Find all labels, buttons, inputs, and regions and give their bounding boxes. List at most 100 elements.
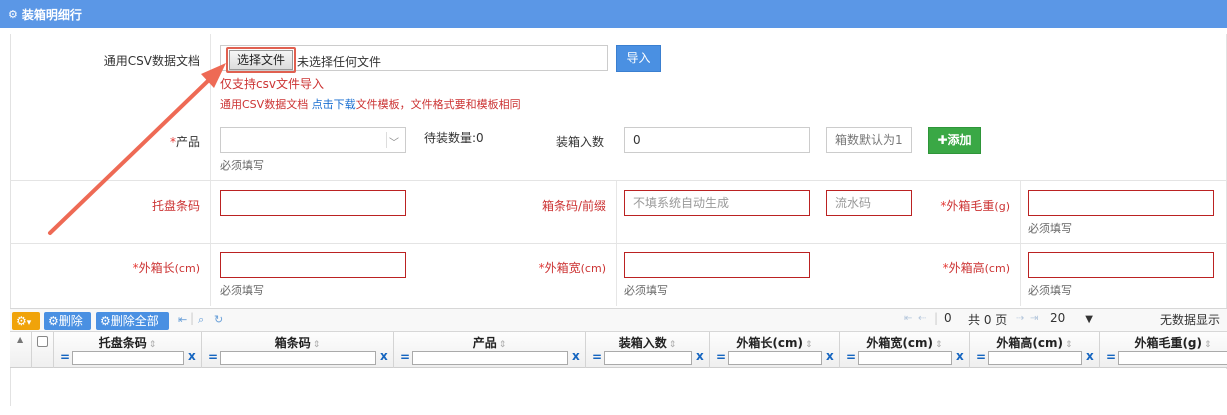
width-text: 外箱宽 <box>544 261 581 275</box>
sort-icon: ⇕ <box>1065 340 1073 350</box>
column-filter-input[interactable] <box>412 351 568 365</box>
column-filter-input[interactable] <box>604 351 692 365</box>
equals-icon: = <box>208 350 219 364</box>
pallet-barcode-input[interactable] <box>220 190 406 216</box>
delete-all-button[interactable]: ⚙删除全部 <box>96 312 169 330</box>
column-gross-weight[interactable]: 外箱毛重(g)⇕=x <box>1100 332 1227 368</box>
pin-icon[interactable]: ⇤ <box>178 313 187 326</box>
settings-dropdown[interactable]: ⚙▾ <box>12 312 40 330</box>
first-page-icon[interactable]: ⇤ <box>904 313 912 324</box>
column-filter-input[interactable] <box>220 351 376 365</box>
column-filter-input[interactable] <box>72 351 184 365</box>
sort-icon: ⇕ <box>668 340 677 350</box>
clear-filter-icon[interactable]: x <box>572 349 580 363</box>
gears-icon: ⚙ <box>100 314 111 328</box>
clear-filter-icon[interactable]: x <box>696 349 704 363</box>
row-separator <box>10 243 1227 244</box>
import-button[interactable]: 导入 <box>616 45 661 72</box>
last-page-icon[interactable]: ⇥ <box>1030 313 1038 324</box>
column-title[interactable]: 外箱宽(cm) ⇕ <box>840 334 969 351</box>
column-title-text: 产品 <box>472 336 497 350</box>
column-box-length[interactable]: 外箱长(cm) ⇕ = x <box>710 332 840 368</box>
column-filter-input[interactable] <box>858 351 952 365</box>
template-note: 通用CSV数据文档 点击下载文件模板，文件格式要和模板相同 <box>220 96 521 112</box>
gross-weight-input[interactable] <box>1028 190 1214 216</box>
column-title[interactable]: 外箱高(cm) ⇕ <box>970 334 1099 351</box>
pallet-label: 托盘条码 <box>151 199 200 213</box>
clear-filter-icon[interactable]: x <box>1086 349 1094 363</box>
column-product[interactable]: 产品 ⇕ = x <box>394 332 586 368</box>
height-label: *外箱高(cm) <box>942 261 1010 275</box>
chevron-down-icon: ▾ <box>26 318 32 328</box>
chevron-down-icon: ﹀ <box>389 138 399 149</box>
width-input[interactable] <box>624 252 810 278</box>
add-button[interactable]: ✚添加 <box>928 127 981 154</box>
sort-icon: ⇕ <box>1204 340 1212 350</box>
search-icon[interactable]: ⌕ <box>198 313 204 327</box>
column-box-height[interactable]: 外箱高(cm) ⇕ = x <box>970 332 1100 368</box>
page-size-select[interactable]: 20 ▼ <box>1050 311 1093 325</box>
divider <box>210 34 211 118</box>
delete-button[interactable]: ⚙删除 <box>44 312 91 330</box>
clear-filter-icon[interactable]: x <box>826 349 834 363</box>
delete-label: 删除 <box>58 314 83 328</box>
length-input[interactable] <box>220 252 406 278</box>
column-title[interactable]: 装箱入数 ⇕ <box>586 334 709 351</box>
column-filter-input[interactable] <box>1118 351 1227 365</box>
gross-weight-text: 外箱毛重 <box>946 199 995 213</box>
column-title[interactable]: 外箱长(cm) ⇕ <box>710 334 839 351</box>
length-label: *外箱长(cm) <box>132 261 200 275</box>
column-title[interactable]: 箱条码 ⇕ <box>202 334 393 351</box>
column-box-barcode[interactable]: 箱条码 ⇕ = x <box>202 332 394 368</box>
column-filter-input[interactable] <box>728 351 822 365</box>
gears-icon: ⚙ <box>48 314 59 328</box>
grid-toolbar: ⚙▾ ⚙删除 ⚙删除全部 ⇤ | ⌕ ↻ <box>10 308 1227 332</box>
box-count-input[interactable]: 箱数默认为1 <box>826 127 912 153</box>
product-select[interactable]: ﹀ <box>220 127 406 153</box>
clear-filter-icon[interactable]: x <box>380 349 388 363</box>
column-filter-input[interactable] <box>988 351 1082 365</box>
column-box-qty[interactable]: 装箱入数 ⇕ = x <box>586 332 710 368</box>
height-input[interactable] <box>1028 252 1214 278</box>
column-pallet-barcode[interactable]: 托盘条码 ⇕ = x <box>54 332 202 368</box>
next-page-icon[interactable]: ⇢ <box>1016 313 1024 324</box>
serial-placeholder: 流水码 <box>835 196 872 210</box>
column-box-width[interactable]: 外箱宽(cm) ⇕ = x <box>840 332 970 368</box>
box-barcode-input[interactable]: 不填系统自动生成 <box>624 190 810 216</box>
sort-icon: ⇕ <box>312 340 321 350</box>
column-title[interactable]: 托盘条码 ⇕ <box>54 334 201 351</box>
file-status: 未选择任何文件 <box>297 55 382 69</box>
length-unit: (cm) <box>174 262 200 275</box>
column-title[interactable]: 外箱毛重(g) ⇕ <box>1100 334 1227 351</box>
gears-icon: ⚙ <box>8 7 18 21</box>
box-barcode-placeholder: 不填系统自动生成 <box>633 196 730 210</box>
gross-weight-unit: (g) <box>994 200 1010 213</box>
qty-input[interactable]: 0 <box>624 127 810 153</box>
refresh-icon[interactable]: ↻ <box>214 313 223 326</box>
gross-weight-hint: 必须填写 <box>1028 222 1072 235</box>
page-size-value: 20 <box>1050 311 1066 325</box>
row-number-column: ▲ <box>10 332 32 368</box>
sort-up-icon: ▲ <box>17 335 24 344</box>
page-number[interactable]: 0 <box>944 311 952 325</box>
csv-label: 通用CSV数据文档 <box>103 54 200 68</box>
product-label-text: 产品 <box>175 135 200 149</box>
column-title-text: 外箱宽(cm) <box>866 336 934 350</box>
width-label: *外箱宽(cm) <box>538 261 606 275</box>
select-all-checkbox[interactable] <box>37 336 48 347</box>
delete-all-label: 删除全部 <box>110 314 159 328</box>
download-template-link[interactable]: 点击下载 <box>312 98 356 111</box>
pager-divider: | <box>934 311 939 325</box>
equals-icon: = <box>1106 350 1117 364</box>
divider <box>616 181 617 243</box>
clear-filter-icon[interactable]: x <box>188 349 196 363</box>
csv-note: 仅支持csv文件导入 <box>220 77 324 91</box>
sort-icon: ⇕ <box>935 340 943 350</box>
grid-header: ▲ 托盘条码 ⇕ = x 箱条码 ⇕ = x 产品 ⇕ = x 装箱入数 ⇕ = x 外箱长(cm) ⇕ = x 外箱宽… <box>10 332 1227 368</box>
qty-label: 装箱入数 <box>556 135 605 149</box>
clear-filter-icon[interactable]: x <box>956 349 964 363</box>
column-title[interactable]: 产品 ⇕ <box>394 334 585 351</box>
equals-icon: = <box>60 350 71 364</box>
sort-icon: ⇕ <box>148 340 157 350</box>
prev-page-icon[interactable]: ⇠ <box>918 313 926 324</box>
